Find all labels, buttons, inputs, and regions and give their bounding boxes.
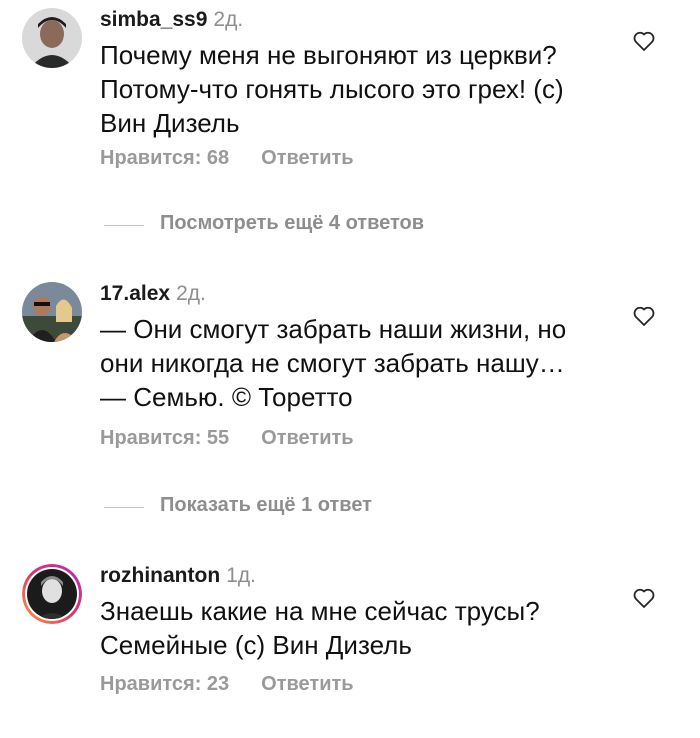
comment-line: Семейные (с) Вин Дизель — [100, 630, 412, 660]
heart-outline-icon[interactable] — [632, 29, 656, 53]
username[interactable]: 17.alex — [100, 282, 170, 305]
divider-line — [104, 225, 144, 226]
avatar[interactable] — [22, 282, 82, 342]
heart-outline-icon[interactable] — [632, 586, 656, 610]
comment-actions: Нравится: 55 Ответить — [100, 427, 354, 450]
view-more-label[interactable]: Показать ещё 1 ответ — [160, 494, 372, 517]
comment-header: rozhinanton 1д. — [100, 564, 256, 588]
comment-line: Вин Дизель — [100, 108, 240, 138]
username[interactable]: rozhinanton — [100, 564, 220, 587]
reply-button[interactable]: Ответить — [261, 427, 353, 449]
view-more-replies[interactable]: Посмотреть ещё 4 ответов — [104, 210, 664, 240]
heart-outline-icon[interactable] — [632, 304, 656, 328]
comment-header: simba_ss9 2д. — [100, 8, 243, 32]
comment-actions: Нравится: 68 Ответить — [100, 147, 354, 170]
username[interactable]: simba_ss9 — [100, 8, 207, 31]
likes-count[interactable]: Нравится: 23 — [100, 673, 229, 695]
comment-line: они никогда не смогут забрать нашу… — [100, 348, 565, 378]
comment-header: 17.alex 2д. — [100, 282, 206, 306]
timestamp: 2д. — [213, 8, 244, 31]
comment-line: Почему меня не выгоняют из церкви? — [100, 40, 557, 70]
divider-line — [104, 507, 144, 508]
comment-line: — Они смогут забрать наши жизни, но — [100, 314, 567, 344]
comment-text: Почему меня не выгоняют из церкви? Потом… — [100, 38, 564, 140]
avatar[interactable] — [22, 8, 82, 68]
reply-button[interactable]: Ответить — [261, 673, 353, 695]
view-more-replies[interactable]: Показать ещё 1 ответ — [104, 492, 664, 522]
comment-line: Знаешь какие на мне сейчас трусы? — [100, 596, 540, 626]
reply-button[interactable]: Ответить — [261, 147, 353, 169]
avatar-story-ring[interactable] — [22, 564, 82, 624]
timestamp: 2д. — [176, 282, 206, 305]
view-more-label[interactable]: Посмотреть ещё 4 ответов — [160, 212, 424, 235]
timestamp: 1д. — [226, 564, 256, 587]
comment-text: Знаешь какие на мне сейчас трусы? Семейн… — [100, 594, 540, 662]
comment-actions: Нравится: 23 Ответить — [100, 673, 354, 696]
comment-line: — Семью. © Торетто — [100, 382, 353, 412]
comment-text: — Они смогут забрать наши жизни, но они … — [100, 312, 566, 414]
likes-count[interactable]: Нравится: 55 — [100, 427, 229, 449]
likes-count[interactable]: Нравится: 68 — [100, 147, 229, 169]
comment-line: Потому-что гонять лысого это грех! (с) — [100, 74, 564, 104]
